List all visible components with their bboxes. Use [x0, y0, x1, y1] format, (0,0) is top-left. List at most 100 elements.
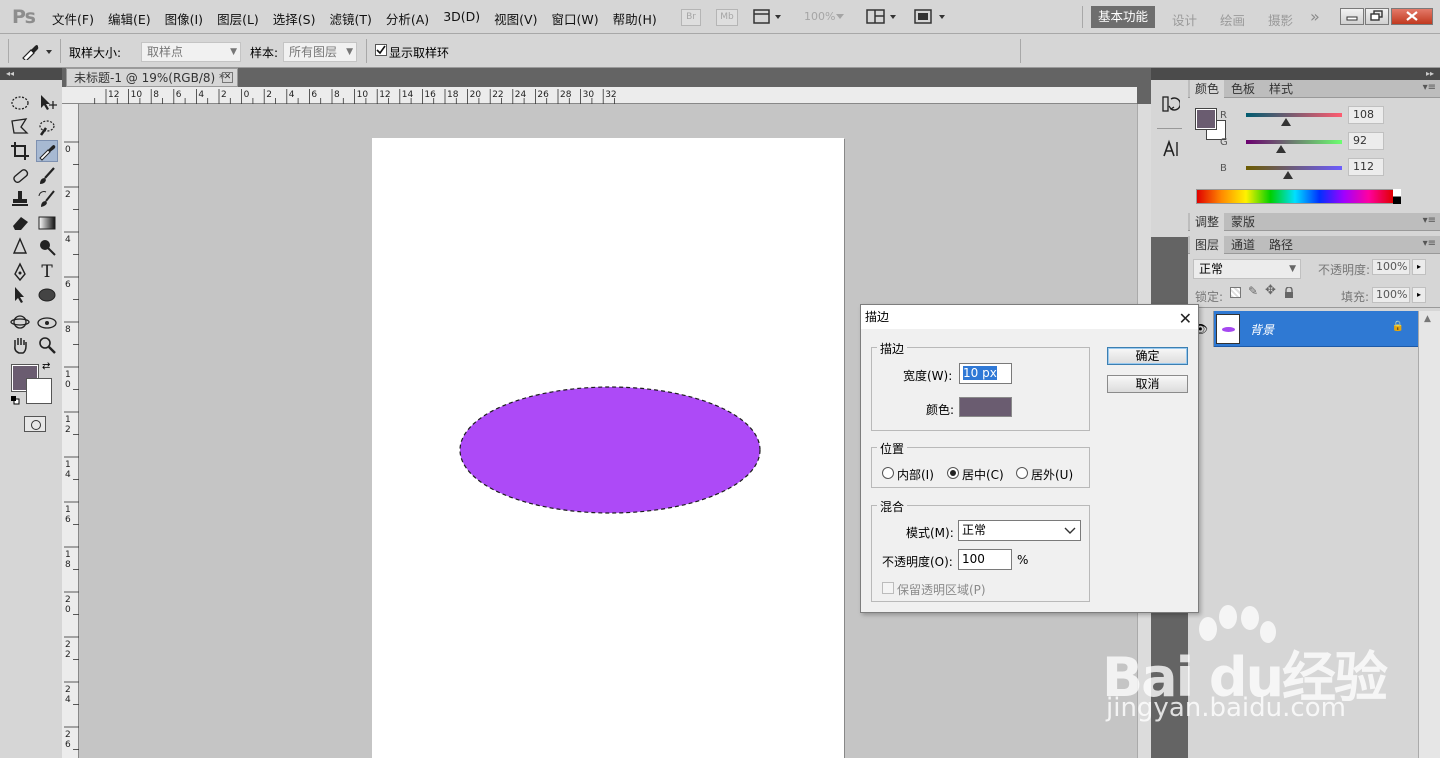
tab-color[interactable]: 颜色 [1190, 80, 1225, 98]
tab-channels[interactable]: 通道 [1226, 236, 1260, 254]
ok-button[interactable]: 确定 [1107, 347, 1188, 365]
lock-position-icon[interactable]: ✥ [1265, 283, 1276, 298]
history-panel-icon[interactable] [1160, 94, 1181, 114]
layer-fill-input[interactable]: 100% [1372, 287, 1410, 303]
workspace-photography[interactable]: 摄影 [1268, 10, 1293, 29]
lock-all-icon[interactable] [1284, 286, 1294, 298]
document-tab[interactable]: 未标题-1 @ 19%(RGB/8) * ✕ [66, 68, 238, 87]
radio-inside-label[interactable]: 内部(I) [897, 466, 934, 483]
zoom-tool-icon[interactable] [36, 334, 58, 356]
menu-image[interactable]: 图像(I) [165, 9, 203, 28]
dodge-tool-icon[interactable] [36, 236, 58, 258]
background-color-swatch[interactable] [26, 378, 52, 404]
color-panel-foreground-swatch[interactable] [1195, 108, 1217, 130]
zoom-dropdown-icon[interactable] [836, 14, 844, 19]
tools-panel-collapse-icon[interactable]: ◂◂ [0, 68, 62, 80]
lock-transparent-pixels-icon[interactable] [1230, 287, 1241, 298]
quick-mask-icon[interactable] [24, 416, 46, 432]
3d-rotate-tool-icon[interactable] [9, 311, 31, 333]
clone-stamp-tool-icon[interactable] [9, 188, 31, 210]
layer-blend-mode-select[interactable]: 正常 ▼ [1193, 259, 1301, 279]
show-ring-checkbox[interactable] [375, 44, 387, 56]
blue-channel-slider[interactable] [1246, 166, 1342, 170]
menu-3d[interactable]: 3D(D) [443, 9, 480, 28]
menu-file[interactable]: 文件(F) [52, 9, 94, 28]
sample-size-select[interactable]: 取样点 ▼ [141, 42, 241, 62]
radio-inside[interactable] [882, 467, 894, 479]
history-brush-tool-icon[interactable] [36, 188, 58, 210]
layer-row-background[interactable]: 👁 背景 🔒 [1188, 311, 1418, 347]
panel-menu-icon[interactable]: ▾≡ [1423, 82, 1436, 93]
red-channel-value[interactable]: 108 [1348, 106, 1384, 124]
green-channel-value[interactable]: 92 [1348, 132, 1384, 150]
panel-menu-icon[interactable]: ▾≡ [1423, 215, 1436, 226]
default-colors-icon[interactable] [11, 394, 20, 405]
dock-collapse-icon[interactable]: ▸▸ [1426, 69, 1434, 78]
opacity-slider-arrow-icon[interactable]: ▸ [1412, 259, 1426, 275]
workspace-essentials[interactable]: 基本功能 [1091, 6, 1155, 28]
hand-tool-icon[interactable] [9, 334, 31, 356]
quick-selection-tool-icon[interactable] [36, 116, 58, 138]
tab-swatches[interactable]: 色板 [1226, 80, 1260, 98]
tab-layers[interactable]: 图层 [1190, 236, 1225, 254]
mode-select[interactable]: 正常 [958, 520, 1081, 541]
scroll-up-icon[interactable]: ▲ [1424, 314, 1431, 324]
preserve-transparency-checkbox[interactable] [882, 582, 894, 594]
menu-select[interactable]: 选择(S) [273, 9, 316, 28]
crop-tool-icon[interactable] [9, 140, 31, 162]
panel-menu-icon[interactable]: ▾≡ [1423, 238, 1436, 249]
more-workspaces-icon[interactable]: » [1310, 7, 1320, 26]
stroke-color-swatch[interactable] [959, 397, 1012, 417]
menu-window[interactable]: 窗口(W) [551, 9, 598, 28]
brush-tool-icon[interactable] [36, 165, 58, 187]
close-window-icon[interactable] [1391, 8, 1433, 25]
color-spectrum-ramp[interactable] [1196, 189, 1401, 204]
path-selection-tool-icon[interactable] [9, 284, 31, 306]
close-dialog-icon[interactable]: ✕ [1179, 307, 1192, 331]
layer-name[interactable]: 背景 [1250, 321, 1274, 338]
character-panel-icon[interactable] [1160, 139, 1180, 159]
tab-masks[interactable]: 蒙版 [1226, 213, 1260, 231]
cancel-button[interactable]: 取消 [1107, 375, 1188, 393]
bridge-button[interactable]: Br [681, 9, 701, 26]
eyedropper-preset-icon[interactable] [20, 42, 54, 63]
ellipse-tool-icon[interactable] [36, 284, 58, 306]
menu-filter[interactable]: 滤镜(T) [329, 9, 371, 28]
menu-layer[interactable]: 图层(L) [217, 9, 259, 28]
opacity-input[interactable]: 100 [958, 549, 1012, 570]
screen-mode-icon[interactable] [913, 8, 947, 29]
mini-bridge-button[interactable]: Mb [716, 9, 738, 26]
dialog-title-bar[interactable]: 描边 ✕ [861, 305, 1198, 329]
document-canvas[interactable] [372, 138, 844, 758]
fill-slider-arrow-icon[interactable]: ▸ [1412, 287, 1426, 303]
minimize-icon[interactable] [1340, 8, 1364, 25]
restore-icon[interactable] [1365, 8, 1389, 25]
red-channel-slider[interactable] [1246, 113, 1342, 117]
gradient-tool-icon[interactable] [36, 212, 58, 234]
lock-image-pixels-icon[interactable]: ✎ [1248, 284, 1258, 298]
eyedropper-tool-icon[interactable] [36, 140, 58, 162]
pen-tool-icon[interactable] [9, 261, 31, 283]
tab-paths[interactable]: 路径 [1264, 236, 1298, 254]
menu-help[interactable]: 帮助(H) [613, 9, 657, 28]
workspace-design[interactable]: 设计 [1172, 10, 1197, 29]
menu-edit[interactable]: 编辑(E) [108, 9, 151, 28]
extras-icon[interactable] [753, 8, 783, 29]
close-document-icon[interactable]: ✕ [222, 72, 233, 83]
layers-scrollbar[interactable]: ▲ [1418, 311, 1440, 758]
arrange-documents-icon[interactable] [866, 8, 900, 29]
blue-channel-value[interactable]: 112 [1348, 158, 1384, 176]
width-input[interactable]: 10 px [959, 363, 1012, 384]
radio-outside[interactable] [1016, 467, 1028, 479]
sample-select[interactable]: 所有图层 ▼ [283, 42, 357, 62]
tab-styles[interactable]: 样式 [1264, 80, 1298, 98]
3d-orbit-tool-icon[interactable] [36, 311, 58, 333]
eraser-tool-icon[interactable] [9, 212, 31, 234]
ruler-origin[interactable] [62, 87, 79, 104]
swap-colors-icon[interactable]: ⇄ [42, 361, 50, 372]
layer-opacity-input[interactable]: 100% [1372, 259, 1410, 275]
elliptical-marquee-tool-icon[interactable] [9, 92, 31, 114]
vertical-ruler[interactable]: 02468101214161820222426 [62, 104, 79, 758]
purple-ellipse-shape[interactable] [460, 387, 760, 513]
spot-healing-brush-tool-icon[interactable] [9, 165, 31, 187]
